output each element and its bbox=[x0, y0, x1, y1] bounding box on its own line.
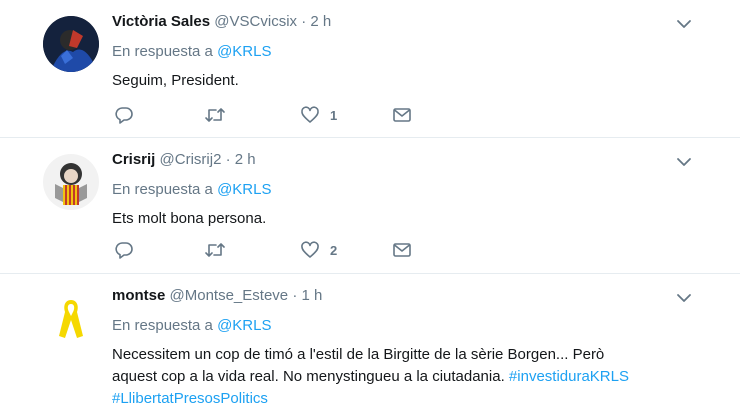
retweet-icon bbox=[204, 240, 226, 260]
like-button[interactable]: 1 bbox=[300, 104, 337, 126]
retweet-icon bbox=[204, 105, 226, 125]
separator-dot: · bbox=[225, 151, 231, 168]
retweet-button[interactable] bbox=[204, 239, 226, 261]
tweet-text-line: aquest cop a la vida real. No menystingu… bbox=[112, 368, 505, 385]
author-handle[interactable]: @VSCvicsix bbox=[214, 13, 297, 30]
author-name[interactable]: Victòria Sales bbox=[112, 13, 210, 30]
reply-icon bbox=[114, 105, 134, 125]
tweet-item[interactable]: montse @Montse_Esteve · 1 h En respuesta… bbox=[0, 274, 740, 420]
retweet-button[interactable] bbox=[204, 104, 226, 126]
tweet-text-line: Necessitem un cop de timó a l'estil de l… bbox=[112, 346, 605, 363]
direct-message-button[interactable] bbox=[392, 239, 412, 261]
reply-button[interactable] bbox=[114, 104, 134, 126]
tweet-text: Ets molt bona persona. bbox=[112, 210, 267, 227]
chevron-down-icon[interactable] bbox=[676, 154, 692, 170]
author-handle[interactable]: @Crisrij2 bbox=[160, 151, 222, 168]
separator-dot: · bbox=[292, 287, 298, 304]
separator-dot: · bbox=[301, 13, 307, 30]
tweet-time[interactable]: 2 h bbox=[235, 151, 256, 168]
reply-icon bbox=[114, 240, 134, 260]
reply-mention-link[interactable]: @KRLS bbox=[217, 317, 271, 334]
like-count: 1 bbox=[330, 107, 338, 123]
hashtag-link[interactable]: #investiduraKRLS bbox=[509, 368, 629, 385]
avatar[interactable] bbox=[43, 290, 99, 346]
avatar[interactable] bbox=[43, 16, 99, 72]
direct-message-icon bbox=[392, 240, 412, 260]
heart-icon bbox=[300, 240, 320, 260]
like-button[interactable]: 2 bbox=[300, 239, 337, 261]
direct-message-button[interactable] bbox=[392, 104, 412, 126]
reply-context: En respuesta a @KRLS bbox=[112, 42, 700, 62]
tweet-text: Necessitem un cop de timó a l'estil de l… bbox=[112, 344, 700, 410]
reply-context: En respuesta a @KRLS bbox=[112, 180, 700, 200]
author-name[interactable]: montse bbox=[112, 287, 165, 304]
tweet-item[interactable]: Crisrij @Crisrij2 · 2 h En respuesta a @… bbox=[0, 138, 740, 274]
avatar[interactable] bbox=[43, 154, 99, 210]
heart-icon bbox=[300, 105, 320, 125]
tweet-time[interactable]: 2 h bbox=[310, 13, 331, 30]
tweet-text: Seguim, President. bbox=[112, 72, 239, 89]
tweet-header: Victòria Sales @VSCvicsix · 2 h bbox=[112, 12, 700, 32]
author-handle[interactable]: @Montse_Esteve bbox=[170, 287, 289, 304]
chevron-down-icon[interactable] bbox=[676, 290, 692, 306]
reply-prefix: En respuesta a bbox=[112, 181, 213, 198]
tweet-item[interactable]: Victòria Sales @VSCvicsix · 2 h En respu… bbox=[0, 0, 740, 138]
reply-context: En respuesta a @KRLS bbox=[112, 316, 700, 336]
reply-prefix: En respuesta a bbox=[112, 43, 213, 60]
tweet-header: montse @Montse_Esteve · 1 h bbox=[112, 286, 700, 306]
reply-button[interactable] bbox=[114, 239, 134, 261]
reply-mention-link[interactable]: @KRLS bbox=[217, 181, 271, 198]
hashtag-link[interactable]: #LlibertatPresosPolitics bbox=[112, 390, 268, 407]
direct-message-icon bbox=[392, 105, 412, 125]
reply-prefix: En respuesta a bbox=[112, 317, 213, 334]
like-count: 2 bbox=[330, 242, 338, 258]
reply-mention-link[interactable]: @KRLS bbox=[217, 43, 271, 60]
tweet-header: Crisrij @Crisrij2 · 2 h bbox=[112, 150, 700, 170]
tweet-time[interactable]: 1 h bbox=[301, 287, 322, 304]
chevron-down-icon[interactable] bbox=[676, 16, 692, 32]
author-name[interactable]: Crisrij bbox=[112, 151, 155, 168]
